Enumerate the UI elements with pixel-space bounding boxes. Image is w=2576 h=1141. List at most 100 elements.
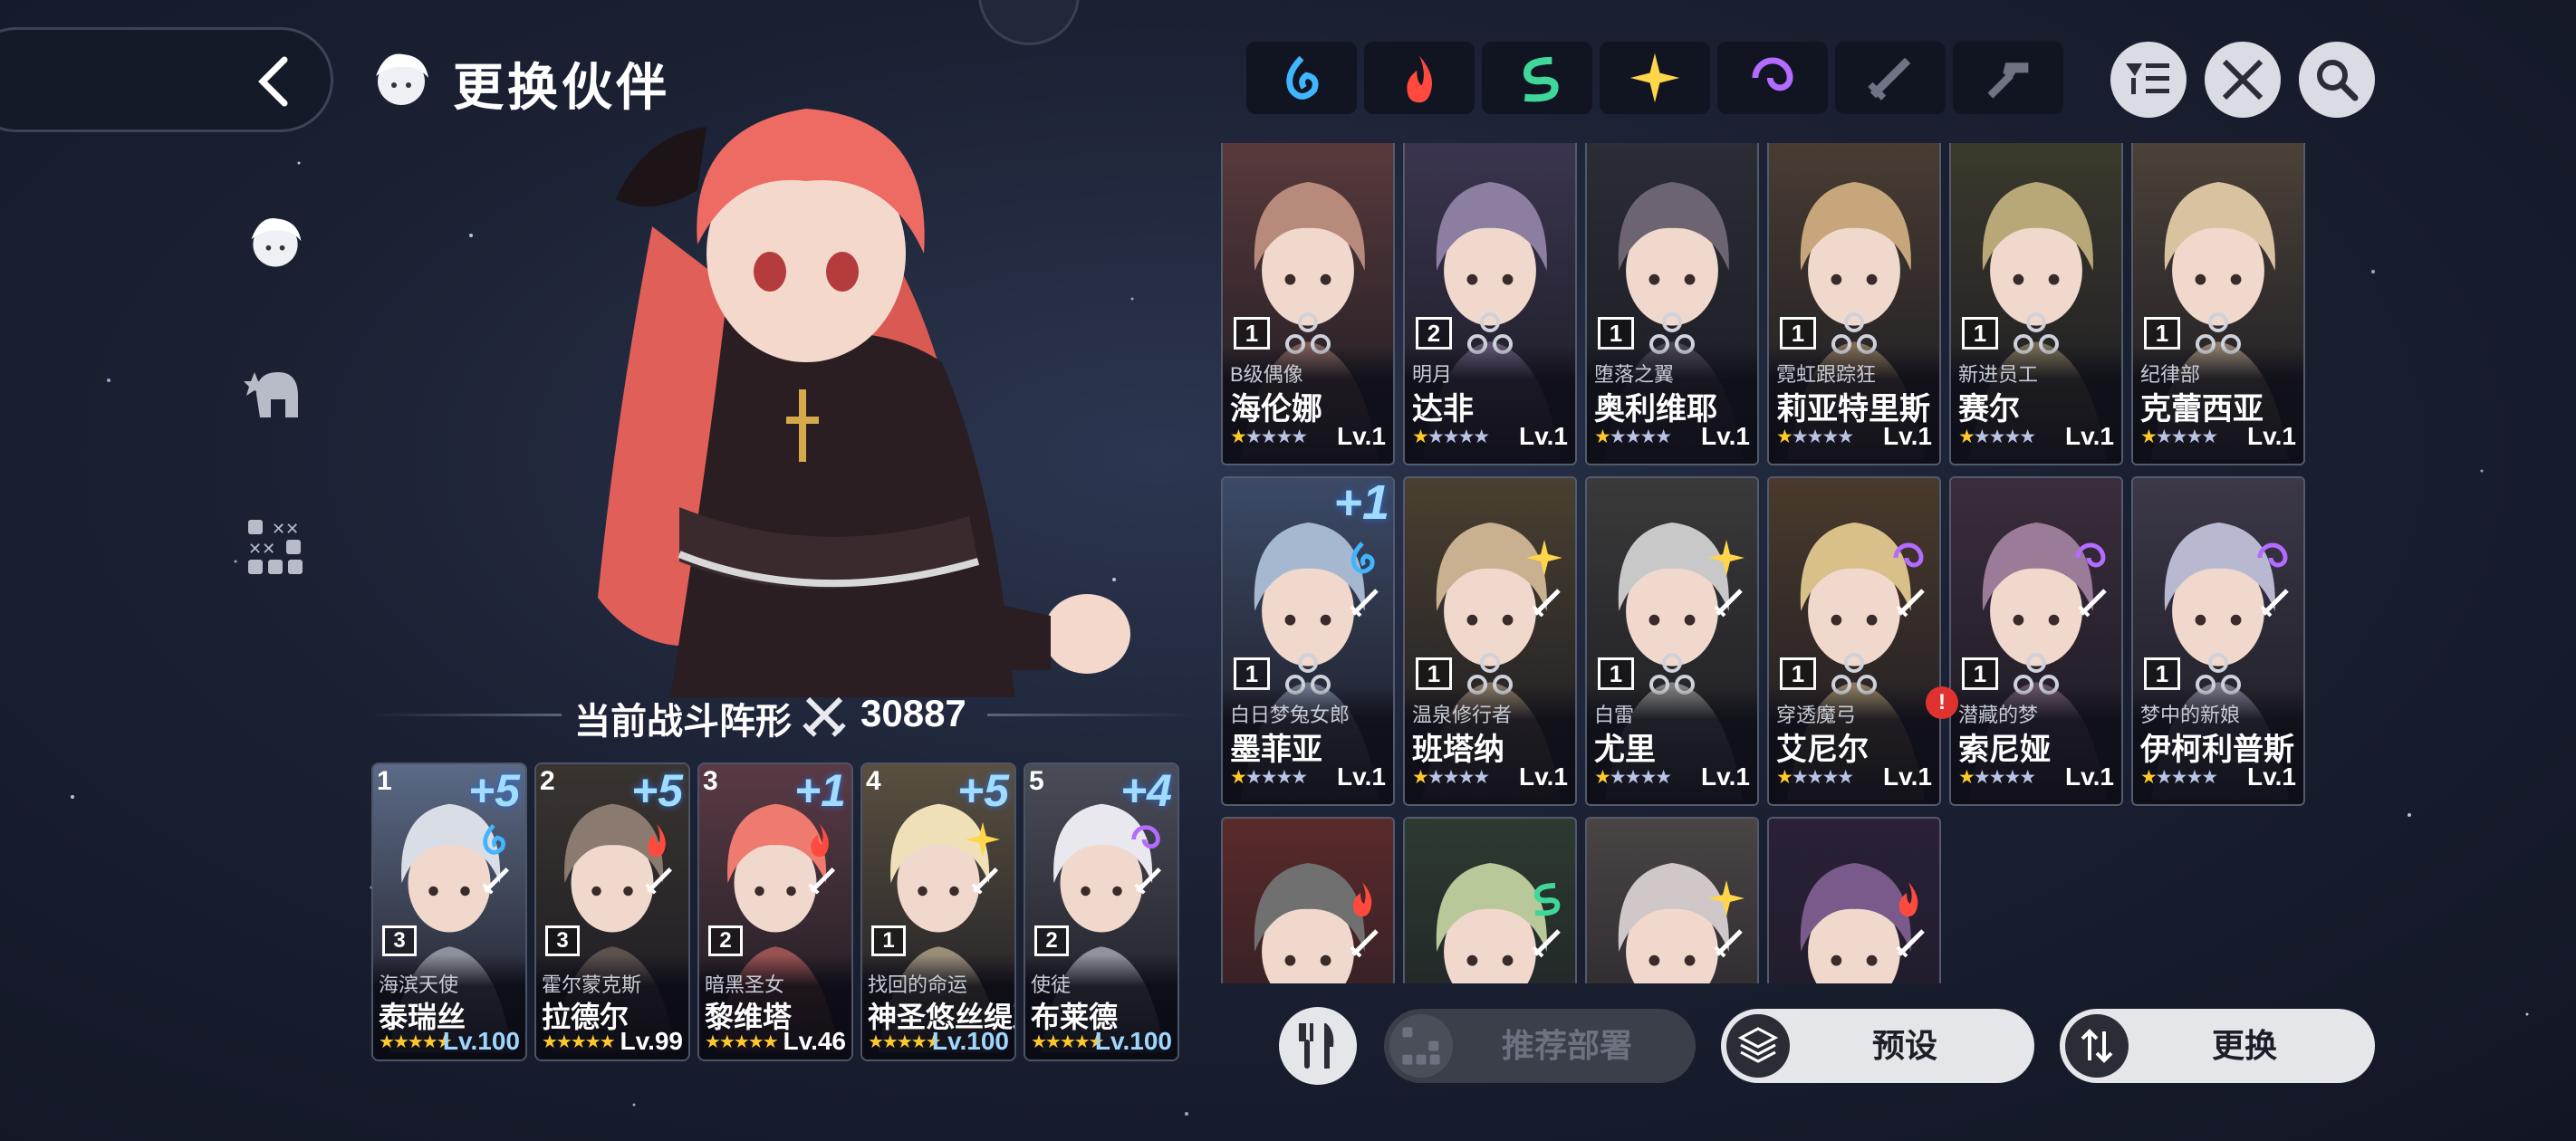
light-element-icon [1708, 880, 1745, 916]
food-button[interactable] [1279, 1007, 1357, 1085]
recommend-deploy-button[interactable]: 推荐部署 [1384, 1009, 1696, 1083]
roster-card[interactable]: 1 名人兔女郎 罗安 ★★★★★ [1767, 817, 1941, 983]
back-button[interactable] [245, 53, 303, 110]
card-name: 奥利维耶 [1594, 392, 1717, 427]
side-tab-partner[interactable] [241, 208, 310, 277]
team-member-card[interactable]: 5 +4 2 使徒 布莱德 ★★★★★ Lv.100 [1024, 762, 1179, 1061]
card-level: Lv.1 [1701, 422, 1750, 450]
star-rating: ★★★★★ [1594, 427, 1672, 447]
partner-roster-grid[interactable]: 1 B级偶像 海伦娜 ★★★★★ Lv.1 2 明月 达非 ★★★★★ Lv.1 [1219, 143, 2315, 983]
side-tab-equipment[interactable] [241, 360, 310, 429]
sort-button[interactable] [2110, 42, 2187, 118]
roster-card[interactable]: 1 梦中的新娘 伊柯利普斯 ★★★★★ Lv.1 [2131, 476, 2305, 806]
filter-dark[interactable] [1717, 42, 1828, 114]
card-name: 索尼娅 [1958, 733, 2051, 767]
roster-card[interactable]: 1 堕落之翼 奥利维耶 ★★★★★ Lv.1 [1585, 143, 1759, 465]
team-member-card[interactable]: 4 +5 1 找回的命运 神圣悠丝缇亚 ★★★★★ Lv.100 [860, 762, 1016, 1061]
search-button[interactable] [2299, 42, 2375, 118]
filter-water[interactable] [1246, 42, 1357, 114]
element-badge [1706, 878, 1746, 918]
card-info: B级偶像 海伦娜 ★★★★★ Lv.1 [1223, 346, 1393, 464]
water-element-icon [1350, 542, 1375, 574]
card-level: Lv.99 [620, 1027, 683, 1055]
star-rating: ★★★★★ [1031, 1032, 1105, 1052]
light-element-icon [1708, 540, 1745, 576]
roster-card[interactable]: 1 B级偶像 海伦娜 ★★★★★ Lv.1 [1221, 143, 1395, 465]
star-rating: ★★★★★ [1958, 767, 2036, 788]
roster-card[interactable]: 1 杀人娃娃 莱克莉斯 ★★★★★ [1403, 817, 1577, 983]
roster-card[interactable]: 1 穿透魔弓 艾尼尔 ★★★★★ Lv.1 [1767, 476, 1941, 806]
card-info: 霍尔蒙克斯 拉德尔 ★★★★★ Lv.99 [536, 954, 688, 1060]
team-divider-right [987, 714, 1196, 716]
roster-card[interactable]: 1 潜藏的梦 索尼娅 ★★★★★ Lv.1 [1949, 476, 2123, 806]
roster-card[interactable]: 1 白雷 尤里 ★★★★★ Lv.1 [1585, 476, 1759, 806]
filter-light[interactable] [1600, 42, 1710, 114]
sword-icon [1896, 929, 1925, 958]
card-info: 白雷 尤里 ★★★★★ Lv.1 [1587, 686, 1757, 804]
element-badge [1524, 878, 1564, 918]
weapon-badge [1712, 925, 1746, 960]
roster-card[interactable]: 1 温泉修行者 班塔纳 ★★★★★ Lv.1 [1403, 476, 1577, 806]
fire-element-icon [1353, 882, 1372, 916]
sword-icon [1532, 929, 1561, 958]
tier-badge: 1 [1234, 317, 1270, 350]
roster-card[interactable]: +1 1 白日梦兔女郎 墨菲亚 ★★★★★ Lv.1 [1221, 476, 1395, 806]
roster-card[interactable]: 1 神圣者 米卡艾拉 ★★★★★ [1585, 817, 1759, 983]
card-info: 明月 达非 ★★★★★ Lv.1 [1405, 346, 1575, 464]
tier-badge: 3 [545, 925, 580, 956]
team-member-card[interactable]: 1 +5 3 海滨天使 泰瑞丝 ★★★★★ Lv.100 [371, 762, 527, 1061]
swap-arrows-icon [2065, 1014, 2129, 1078]
chevron-left-icon [258, 56, 288, 107]
swap-button[interactable]: 更换 [2060, 1009, 2375, 1083]
team-label: 当前战斗阵形 [574, 702, 792, 742]
card-level: Lv.46 [783, 1027, 846, 1055]
card-info: 找回的命运 神圣悠丝缇亚 ★★★★★ Lv.100 [862, 954, 1014, 1060]
fork-knife-icon [1299, 1023, 1334, 1069]
dark-element-icon [2075, 542, 2106, 568]
star-rating: ★★★★★ [1776, 767, 1854, 788]
water-element-icon [483, 824, 506, 855]
filter-fire[interactable] [1364, 42, 1475, 114]
sword-icon [1868, 57, 1911, 101]
dark-element-icon [1131, 825, 1160, 849]
roster-card[interactable]: 1 纪律部 克蕾西亚 ★★★★★ Lv.1 [2131, 143, 2305, 465]
team-member-card[interactable]: 2 +5 3 霍尔蒙克斯 拉德尔 ★★★★★ Lv.99 [534, 762, 690, 1061]
card-level: Lv.1 [1337, 422, 1386, 450]
card-level: Lv.1 [2065, 762, 2114, 791]
roster-card[interactable]: 1 小鬼杀手 哥布林杀手 ★★★★★ [1221, 817, 1395, 983]
top-gem-ornament [978, 0, 1080, 45]
enhance-level: +1 [793, 765, 846, 816]
tier-badge: 2 [1416, 317, 1452, 350]
wind-element-icon [1523, 56, 1559, 102]
crossed-swords-icon [2222, 59, 2264, 101]
weapon-badge [1348, 925, 1382, 960]
element-badge [1889, 538, 1928, 578]
wind-element-icon [1533, 883, 1561, 916]
team-member-card[interactable]: 3 +1 2 暗黑圣女 黎维塔 ★★★★★ Lv.46 [697, 762, 853, 1061]
card-level: Lv.1 [1701, 762, 1750, 791]
enhance-level: +4 [1120, 765, 1172, 816]
tier-badge: 1 [1234, 657, 1270, 690]
enhance-level: +1 [1333, 476, 1389, 530]
roster-card[interactable]: 1 新进员工 赛尔 ★★★★★ Lv.1 [1949, 143, 2123, 465]
sword-icon [1134, 868, 1161, 895]
element-badge [2071, 538, 2110, 578]
side-tab-formation[interactable]: ✕✕ ✕✕ [241, 513, 310, 581]
class-filter-button[interactable] [2205, 42, 2281, 118]
star-rating: ★★★★★ [2140, 427, 2218, 447]
filter-sword[interactable] [1835, 42, 1946, 114]
fire-element-icon [1899, 882, 1918, 916]
card-info: 梦中的新娘 伊柯利普斯 ★★★★★ Lv.1 [2133, 686, 2303, 804]
weapon-badge [1894, 925, 1928, 960]
tier-badge: 1 [1598, 317, 1634, 350]
roster-card[interactable]: 1 霓虹跟踪狂 莉亚特里斯 ★★★★★ Lv.1 [1767, 143, 1941, 465]
element-badge [2253, 538, 2292, 578]
tier-badge: 1 [1598, 657, 1634, 690]
filter-axe[interactable] [1953, 42, 2063, 114]
tier-badge: 1 [2144, 317, 2180, 350]
alert-badge: ! [1926, 686, 1958, 719]
formation-grid-icon [1389, 1014, 1453, 1078]
filter-wind[interactable] [1482, 42, 1592, 114]
roster-card[interactable]: 2 明月 达非 ★★★★★ Lv.1 [1403, 143, 1577, 465]
preset-button[interactable]: 预设 [1721, 1009, 2034, 1083]
